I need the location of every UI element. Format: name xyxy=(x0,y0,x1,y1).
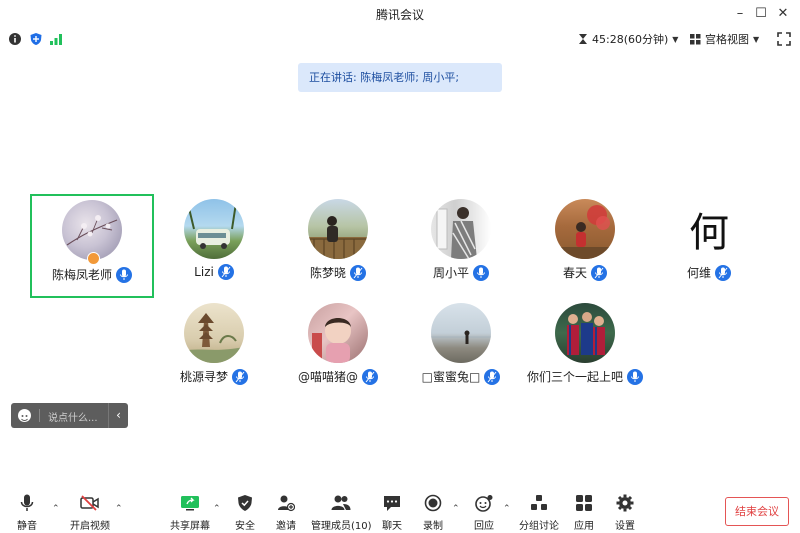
microphone-muted-icon xyxy=(217,264,234,280)
camera-off-icon xyxy=(80,495,99,511)
avatar xyxy=(184,199,244,259)
microphone-icon xyxy=(20,494,34,511)
participant-name: @喵喵猪@ xyxy=(297,370,358,384)
microphone-icon xyxy=(627,368,643,385)
breakout-icon xyxy=(531,495,547,510)
grid-icon xyxy=(690,33,701,44)
avatar xyxy=(555,303,615,363)
microphone-muted-icon xyxy=(715,264,731,281)
participant-name: 何维 xyxy=(686,266,711,280)
host-icon xyxy=(87,252,101,265)
info-icon[interactable] xyxy=(8,32,22,46)
mute-button[interactable]: 静音 xyxy=(16,493,38,532)
apps-button[interactable]: 应用 xyxy=(573,493,595,532)
shield-check-icon xyxy=(238,495,252,511)
participant-name: Lizi xyxy=(194,265,214,279)
microphone-muted-icon xyxy=(591,264,607,281)
signal-icon[interactable] xyxy=(49,32,63,46)
gear-icon xyxy=(616,494,634,512)
microphone-muted-icon xyxy=(350,264,366,281)
window-title: 腾讯会议 xyxy=(375,8,424,22)
chevron-up-icon[interactable]: ⌃ xyxy=(452,504,460,514)
emoji-reaction-icon xyxy=(475,495,493,512)
participant-name: □蜜蜜兔□ xyxy=(421,370,481,384)
participant-tile[interactable]: @喵喵猪@ xyxy=(276,298,400,402)
bottom-toolbar: 静音 ⌃ 开启视频 ⌃ 共享屏幕 ⌃ 安全 邀请 管理成员(10) 聊天 录制 … xyxy=(0,490,800,533)
avatar xyxy=(308,303,368,363)
settings-button[interactable]: 设置 xyxy=(614,493,636,532)
chevron-up-icon[interactable]: ⌃ xyxy=(503,504,511,514)
end-meeting-button[interactable]: 结束会议 xyxy=(725,497,789,526)
timer-text: 45:28(60分钟) xyxy=(592,33,669,46)
view-mode-selector[interactable]: 宫格视图 ▼ xyxy=(690,31,759,47)
maximize-button[interactable]: ☐ xyxy=(751,4,771,24)
chat-placeholder[interactable]: 说点什么... xyxy=(48,409,98,424)
add-user-icon xyxy=(278,495,295,512)
chat-input-box[interactable]: 说点什么... ‹ xyxy=(11,403,128,428)
participant-name: 陈梅凤老师 xyxy=(51,268,112,282)
microphone-icon xyxy=(116,266,132,283)
chevron-up-icon[interactable]: ⌃ xyxy=(213,504,221,514)
members-icon xyxy=(331,495,351,510)
participant-tile[interactable]: 周小平 xyxy=(399,194,523,298)
participant-tile[interactable]: Lizi xyxy=(152,194,276,298)
participant-name: 桃源寻梦 xyxy=(179,370,228,384)
participant-name: 陈梦晓 xyxy=(309,266,346,280)
manage-members-button[interactable]: 管理成员(10) xyxy=(311,493,372,532)
chat-button[interactable]: 聊天 xyxy=(381,493,403,532)
avatar xyxy=(555,199,615,259)
shield-icon[interactable] xyxy=(29,32,43,46)
microphone-muted-icon xyxy=(484,368,501,385)
security-button[interactable]: 安全 xyxy=(234,493,256,532)
chevron-up-icon[interactable]: ⌃ xyxy=(115,504,123,514)
participant-name: 春天 xyxy=(562,266,587,280)
invite-button[interactable]: 邀请 xyxy=(275,493,297,532)
chevron-up-icon[interactable]: ⌃ xyxy=(52,504,60,514)
participant-tile[interactable]: 何 何维 xyxy=(647,194,771,298)
avatar xyxy=(308,199,368,259)
microphone-icon xyxy=(473,264,489,281)
start-video-button[interactable]: 开启视频 xyxy=(70,493,110,532)
avatar xyxy=(62,200,122,260)
chat-icon xyxy=(384,495,400,511)
participant-tile[interactable]: 桃源寻梦 xyxy=(152,298,276,402)
avatar: 何 xyxy=(679,199,739,259)
react-button[interactable]: 回应 xyxy=(473,493,495,532)
record-icon xyxy=(424,494,442,512)
fullscreen-icon[interactable] xyxy=(777,32,791,46)
chevron-down-icon: ▼ xyxy=(672,34,679,44)
speaking-banner: 正在讲话: 陈梅凤老师; 周小平; xyxy=(298,63,502,92)
participant-tile[interactable]: 春天 xyxy=(523,194,647,298)
participant-tile[interactable]: 陈梅凤老师 xyxy=(30,194,154,298)
participant-tile[interactable]: 陈梦晓 xyxy=(276,194,400,298)
record-button[interactable]: 录制 xyxy=(422,493,444,532)
divider xyxy=(39,409,40,422)
participant-tile[interactable]: 你们三个一起上吧 xyxy=(523,298,647,402)
participant-name: 你们三个一起上吧 xyxy=(526,370,623,384)
share-screen-button[interactable]: 共享屏幕 xyxy=(170,493,210,532)
microphone-muted-icon xyxy=(232,368,248,385)
microphone-muted-icon xyxy=(362,368,378,385)
avatar xyxy=(431,199,491,259)
meeting-info-bar: 45:28(60分钟) ▼ 宫格视图 ▼ xyxy=(0,28,800,50)
avatar xyxy=(184,303,244,363)
hourglass-icon xyxy=(579,34,587,44)
meeting-timer[interactable]: 45:28(60分钟) ▼ xyxy=(578,31,678,47)
breakout-rooms-button[interactable]: 分组讨论 xyxy=(519,493,559,532)
emoji-icon[interactable] xyxy=(18,409,31,422)
avatar-character: 何 xyxy=(689,210,729,256)
collapse-chat-button[interactable]: ‹ xyxy=(108,403,128,428)
participant-tile[interactable]: □蜜蜜兔□ xyxy=(399,298,523,402)
minimize-button[interactable]: – xyxy=(730,4,750,24)
participant-name: 周小平 xyxy=(432,266,469,280)
title-bar: 腾讯会议 – ☐ ✕ xyxy=(0,0,800,28)
chevron-down-icon: ▼ xyxy=(753,34,760,44)
avatar xyxy=(431,303,491,363)
apps-icon xyxy=(576,495,592,511)
share-screen-icon xyxy=(181,496,199,511)
close-button[interactable]: ✕ xyxy=(773,4,793,24)
view-mode-label: 宫格视图 xyxy=(705,33,749,46)
